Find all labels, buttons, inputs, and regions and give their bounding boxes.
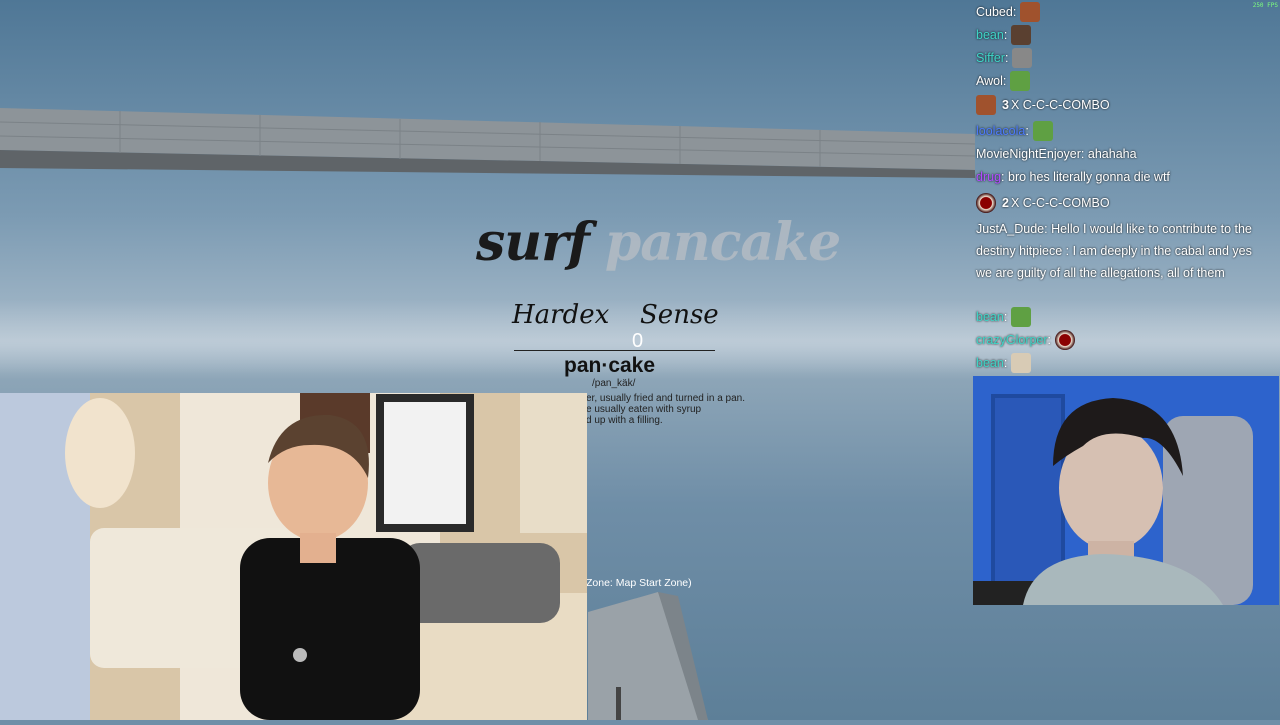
chat-separator: :	[1012, 5, 1017, 19]
chat-message: bean:	[976, 25, 1032, 45]
chat-username: drug	[976, 170, 1002, 184]
hand-emote-icon	[1011, 353, 1032, 373]
chat-separator: :	[1047, 333, 1052, 347]
chat-message: MovieNightEnjoyer: ahahaha	[976, 147, 1137, 161]
map-title: surf pancake	[476, 212, 841, 273]
chat-message: bean:	[976, 307, 1032, 327]
definition-line: d up with a filling.	[586, 415, 663, 426]
map-title-word-1: surf	[476, 212, 590, 273]
portrait-emote-icon	[1011, 25, 1032, 45]
zone-label: Zone: Map Start Zone)	[586, 577, 692, 589]
definition-line: er, usually fried and turned in a pan.	[586, 393, 745, 404]
red-orb-emote-icon	[976, 193, 996, 213]
face-emote-icon	[1020, 2, 1041, 22]
chat-separator: :	[1003, 356, 1008, 370]
frog-emote-icon	[1010, 71, 1031, 91]
chat-username: Cubed	[976, 5, 1013, 19]
chat-separator: :	[1002, 74, 1007, 88]
camera-emote-icon	[1012, 48, 1033, 68]
chat-message: loolacola:	[976, 121, 1053, 141]
chat-username: Awol	[976, 74, 1003, 88]
definition-line: e usually eaten with syrup	[586, 404, 702, 415]
chat-text: ahahaha	[1087, 147, 1137, 161]
chat-username: Siffer	[976, 51, 1005, 65]
chat-message: JustA_Dude: Hello I would like to contri…	[976, 218, 1266, 284]
chat-username: loolacola	[976, 124, 1026, 138]
chat-username: MovieNightEnjoyer	[976, 147, 1081, 161]
chat-separator: :	[1025, 124, 1029, 138]
surf-ramp	[588, 592, 708, 720]
dictionary-definition: er, usually fried and turned in a pan. e…	[586, 393, 745, 426]
map-author-1: Hardex	[512, 300, 610, 330]
chat-username: JustA_Dude	[976, 222, 1045, 236]
chat-username: bean	[976, 310, 1004, 324]
chat-message: drug: bro hes literally gonna die wtf	[976, 170, 1170, 184]
chat-message: Siffer:	[976, 48, 1033, 68]
chat-separator: :	[1001, 170, 1005, 184]
combo-message: 2 X C-C-C-COMBO	[976, 193, 1110, 213]
chat-username: bean	[976, 28, 1004, 42]
chat-separator: :	[1003, 310, 1008, 324]
face-emote-icon	[976, 95, 996, 115]
chat-separator: :	[1044, 222, 1048, 236]
chat-separator: :	[1003, 28, 1008, 42]
combo-text: X C-C-C-COMBO	[1010, 98, 1110, 112]
chat-text: bro hes literally gonna die wtf	[1008, 170, 1170, 184]
chat-username: crazyGlorper	[976, 333, 1048, 347]
chat-message: bean:	[976, 353, 1032, 373]
combo-count: 3	[1002, 98, 1009, 112]
chat-message: Cubed:	[976, 2, 1041, 22]
webcam-left	[0, 393, 587, 720]
frog-emote-icon	[1032, 121, 1053, 141]
dictionary-word: pan·cake	[564, 354, 656, 377]
chat-message: Awol:	[976, 71, 1031, 91]
chat-separator: :	[1080, 147, 1085, 161]
combo-message: 3 X C-C-C-COMBO	[976, 95, 1110, 115]
webcam-right	[973, 376, 1279, 605]
dictionary-pronunciation: /pan_käk/	[592, 378, 636, 389]
combo-count: 2	[1002, 196, 1009, 210]
map-title-word-2: pancake	[604, 212, 841, 273]
chat-message: crazyGlorper:	[976, 330, 1076, 350]
divider	[514, 350, 715, 351]
map-author-2: Sense	[640, 300, 719, 330]
chat-separator: :	[1004, 51, 1009, 65]
surf-wall	[0, 108, 975, 188]
combo-text: X C-C-C-COMBO	[1010, 196, 1110, 210]
red-orb-emote-icon	[1055, 330, 1076, 350]
frog-emote-icon	[1011, 307, 1032, 327]
fps-counter: 250 FPS	[1252, 2, 1278, 9]
chat-username: bean	[976, 356, 1004, 370]
